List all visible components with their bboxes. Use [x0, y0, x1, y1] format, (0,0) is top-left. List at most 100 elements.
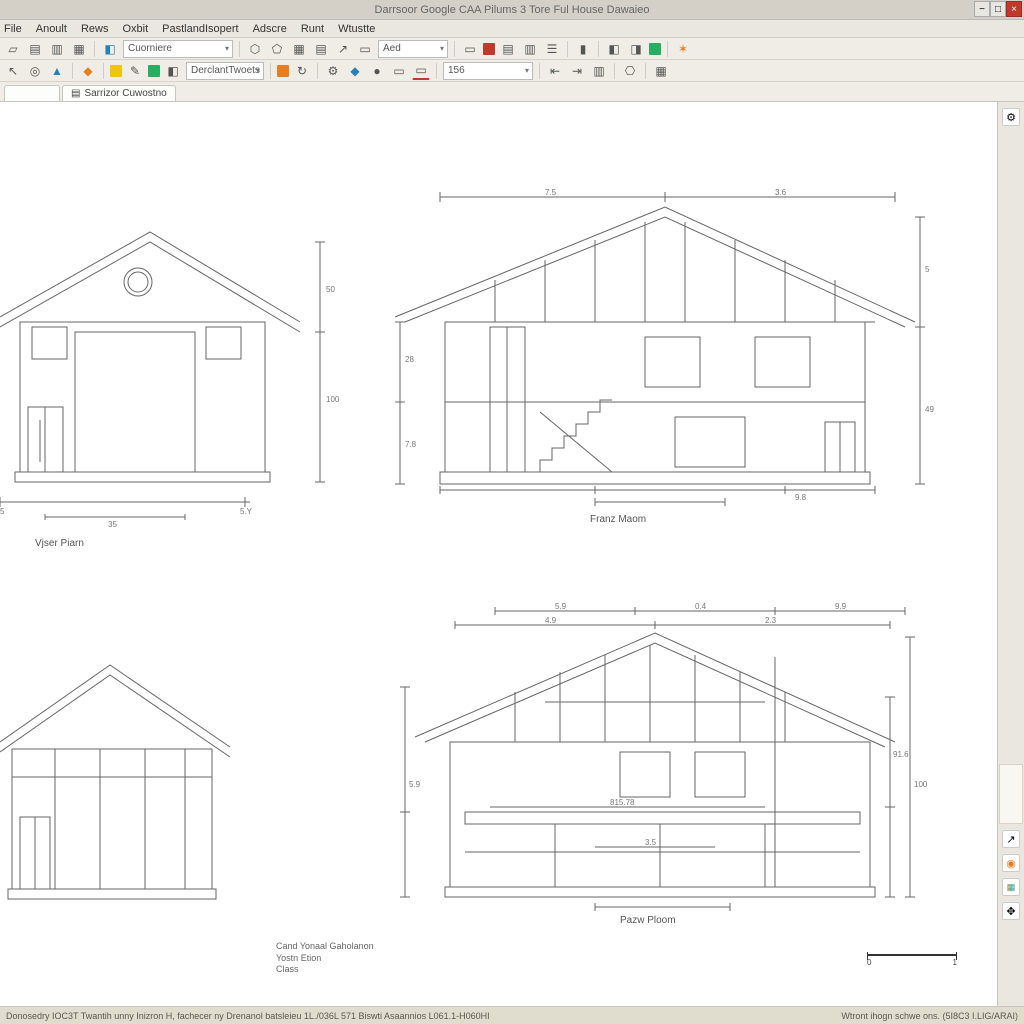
- cube-icon[interactable]: ◆: [346, 62, 364, 80]
- layer-icon[interactable]: ◧: [101, 40, 119, 58]
- underline-icon[interactable]: ▭: [412, 62, 430, 80]
- dim-b-vr-upper: 5: [925, 265, 930, 274]
- upload-icon[interactable]: ▲: [48, 62, 66, 80]
- col-right-icon[interactable]: ◨: [627, 40, 645, 58]
- drawing-info-block: Cand Yonaal Gaholanon Yostn Etion Class: [276, 941, 374, 976]
- close-button[interactable]: ×: [1006, 1, 1022, 17]
- dim-d-tl: 4.9: [545, 616, 557, 625]
- dim-d-t3: 9.9: [835, 602, 847, 611]
- status-right: Wtront ihogn schwe ons. (5I8C3 I.LIG/ARA…: [841, 1011, 1018, 1021]
- table-icon[interactable]: ▭: [461, 40, 479, 58]
- shape-pent-icon[interactable]: ⬠: [268, 40, 286, 58]
- menu-runt[interactable]: Runt: [301, 23, 324, 35]
- separator: [539, 63, 540, 79]
- layers-icon[interactable]: ◧: [164, 62, 182, 80]
- shape-hex-icon[interactable]: ⬡: [246, 40, 264, 58]
- menu-file[interactable]: File: [4, 23, 22, 35]
- align-icon[interactable]: ☰: [543, 40, 561, 58]
- dim-d-tr: 2.3: [765, 616, 777, 625]
- dim-b-bot: 9.8: [795, 493, 807, 502]
- dim-d-vru: 91.6: [893, 750, 909, 759]
- separator: [436, 63, 437, 79]
- pointer-icon[interactable]: ↖: [4, 62, 22, 80]
- menu-anoult[interactable]: Anoult: [36, 23, 67, 35]
- tab-active[interactable]: ▤ Sarrizor Cuwostno: [62, 85, 176, 101]
- rect2-icon[interactable]: ▭: [390, 62, 408, 80]
- open-icon[interactable]: ▤: [26, 40, 44, 58]
- list2-icon[interactable]: ▥: [521, 40, 539, 58]
- status-bar: Donosedry IOC3T Twantih unny Inizron H, …: [0, 1006, 1024, 1024]
- separator: [667, 41, 668, 57]
- new-doc-icon[interactable]: ▱: [4, 40, 22, 58]
- color-picker-icon[interactable]: ◆: [79, 62, 97, 80]
- minimize-button[interactable]: −: [974, 1, 990, 17]
- dim-a-upper: 50: [326, 285, 335, 294]
- dim-a-span: 35: [108, 520, 117, 529]
- grid3-icon[interactable]: ▥: [590, 62, 608, 80]
- menu-rews[interactable]: Rews: [81, 23, 109, 35]
- combo-156[interactable]: 156: [443, 62, 533, 80]
- menu-oxbit[interactable]: Oxbit: [122, 23, 148, 35]
- separator: [598, 41, 599, 57]
- compass-icon[interactable]: ↗: [1002, 830, 1020, 848]
- combo-aed[interactable]: Aed: [378, 40, 448, 58]
- elevation-c: [0, 657, 260, 917]
- yellow-swatch-icon[interactable]: [110, 65, 122, 77]
- dim-d-int: 815.78: [610, 798, 635, 807]
- menu-pastlandIsopert[interactable]: PastlandIsopert: [162, 23, 238, 35]
- elevation-b-label: Franz Maom: [590, 514, 646, 525]
- arrow-icon[interactable]: ↗: [334, 40, 352, 58]
- tab-blank[interactable]: [4, 85, 60, 101]
- menu-adscre[interactable]: Adscre: [253, 23, 287, 35]
- edit-icon[interactable]: ✎: [126, 62, 144, 80]
- panel-block[interactable]: [999, 764, 1023, 824]
- scale-bar: 0 1: [867, 954, 957, 966]
- dot-icon[interactable]: ●: [368, 62, 386, 80]
- combo-object[interactable]: Cuorniere: [123, 40, 233, 58]
- move-icon[interactable]: ✥: [1002, 902, 1020, 920]
- drawing-canvas[interactable]: 50 100 5 5.Y 35 Vjser Piarn: [0, 102, 998, 1006]
- red-swatch-icon[interactable]: [483, 43, 495, 55]
- info-line-1: Cand Yonaal Gaholanon: [276, 941, 374, 953]
- gear-icon[interactable]: ⚙: [324, 62, 342, 80]
- elevation-b: 7.5 3.6 28 7.8 5 49 9.8 Franz Maom: [395, 192, 925, 532]
- combo-dercl[interactable]: DerclantTwoets: [186, 62, 264, 80]
- maximize-button[interactable]: □: [990, 1, 1006, 17]
- globe-icon[interactable]: ◉: [1002, 854, 1020, 872]
- green-swatch-icon[interactable]: [649, 43, 661, 55]
- orange-swatch-icon[interactable]: [277, 65, 289, 77]
- separator: [567, 41, 568, 57]
- print-icon[interactable]: ▦: [70, 40, 88, 58]
- menu-wtustte[interactable]: Wtustte: [338, 23, 375, 35]
- indent-icon[interactable]: ⇤: [546, 62, 564, 80]
- rect-icon[interactable]: ▭: [356, 40, 374, 58]
- grid2-icon[interactable]: ▤: [312, 40, 330, 58]
- elevation-d-label: Pazw Ploom: [620, 915, 676, 926]
- col-left-icon[interactable]: ◧: [605, 40, 623, 58]
- dim-a-br: 5.Y: [240, 507, 253, 516]
- target-icon[interactable]: ◎: [26, 62, 44, 80]
- list-icon[interactable]: ▤: [499, 40, 517, 58]
- dim-d-int2: 3.5: [645, 838, 657, 847]
- settings-icon[interactable]: ⚙: [1002, 108, 1020, 126]
- outdent-icon[interactable]: ⇥: [568, 62, 586, 80]
- anchor-icon[interactable]: ⎔: [621, 62, 639, 80]
- separator: [94, 41, 95, 57]
- green2-swatch-icon[interactable]: [148, 65, 160, 77]
- toolbar-row-1: ▱ ▤ ▥ ▦ ◧ Cuorniere ⬡ ⬠ ▦ ▤ ↗ ▭ Aed ▭ ▤ …: [0, 38, 1024, 60]
- toolbar-row-2: ↖ ◎ ▲ ◆ ✎ ◧ DerclantTwoets ↻ ⚙ ◆ ● ▭ ▭ 1…: [0, 60, 1024, 82]
- grid-icon[interactable]: ▦: [290, 40, 308, 58]
- barcode-icon[interactable]: ▮: [574, 40, 592, 58]
- save-icon[interactable]: ▥: [48, 40, 66, 58]
- grid4-icon[interactable]: ▦: [652, 62, 670, 80]
- star-icon[interactable]: ✶: [674, 40, 692, 58]
- dim-d-t1: 5.9: [555, 602, 567, 611]
- refresh-icon[interactable]: ↻: [293, 62, 311, 80]
- elevation-a-label: Vjser Piarn: [35, 538, 84, 549]
- separator: [72, 63, 73, 79]
- palette-icon[interactable]: ▦: [1002, 878, 1020, 896]
- dim-b-top-l: 7.5: [545, 188, 557, 197]
- separator: [454, 41, 455, 57]
- dim-b-vr-lower: 49: [925, 405, 934, 414]
- separator: [645, 63, 646, 79]
